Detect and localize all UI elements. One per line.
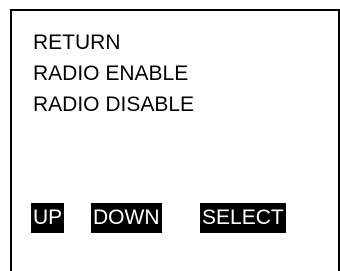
down-softkey-button[interactable]: DOWN [91, 203, 162, 233]
lcd-screen: RETURN RADIO ENABLE RADIO DISABLE UP DOW… [10, 9, 340, 271]
menu-item-return[interactable]: RETURN [33, 27, 194, 58]
menu-list: RETURN RADIO ENABLE RADIO DISABLE [33, 27, 194, 120]
menu-item-radio-disable[interactable]: RADIO DISABLE [33, 89, 194, 120]
menu-item-radio-enable[interactable]: RADIO ENABLE [33, 58, 194, 89]
up-softkey-button[interactable]: UP [31, 203, 65, 233]
select-softkey-button[interactable]: SELECT [200, 203, 286, 233]
